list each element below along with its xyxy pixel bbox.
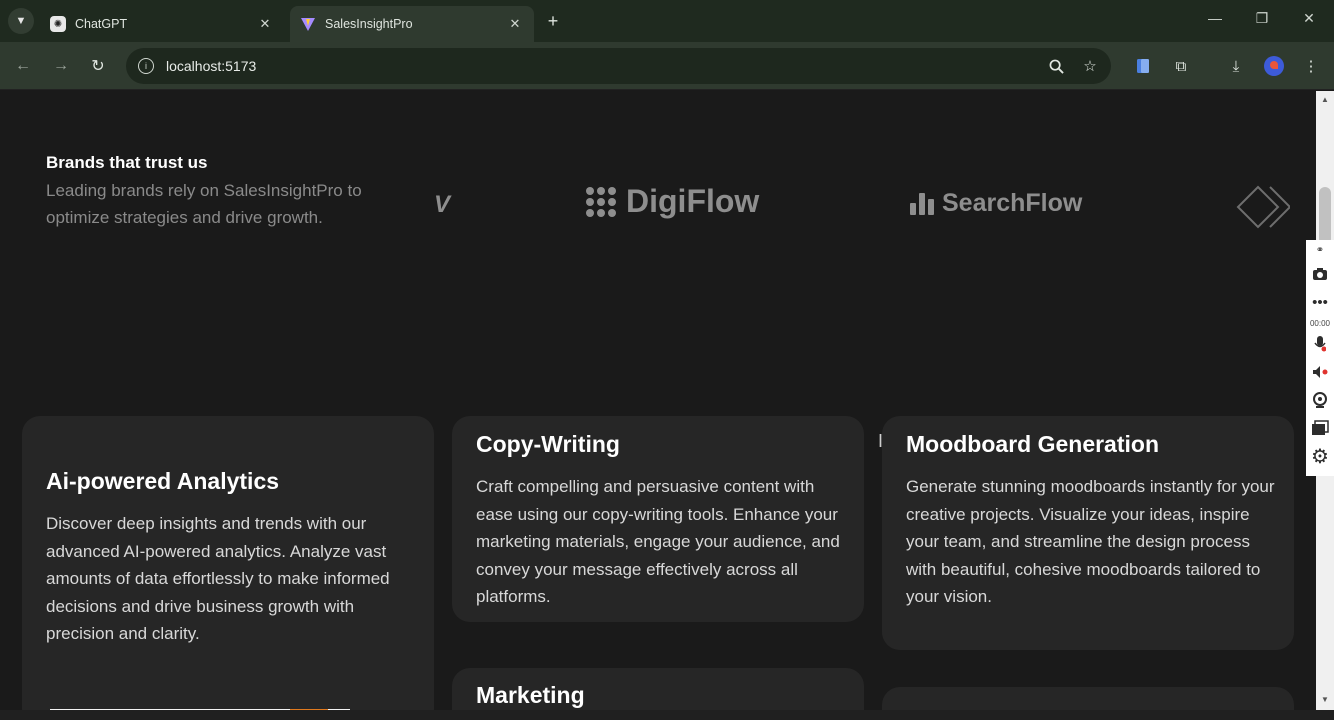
download-icon[interactable]: ⤓ xyxy=(1225,55,1247,77)
feature-card-marketing: Marketing xyxy=(452,668,864,710)
card-title: Moodboard Generation xyxy=(906,431,1159,457)
reload-button[interactable]: ↻ xyxy=(87,55,109,77)
webcam-icon[interactable] xyxy=(1306,386,1334,414)
close-icon[interactable]: ✕ xyxy=(506,16,524,32)
extension-docs-icon[interactable] xyxy=(1132,55,1154,77)
feature-card-copywriting: Copy-Writing Craft compelling and persua… xyxy=(452,416,864,622)
recorder-widget: ⚭ ••• 00:00 ⚙ xyxy=(1306,240,1334,476)
address-bar[interactable]: i localhost:5173 ☆ xyxy=(126,48,1111,84)
tab-salesinsightpro[interactable]: SalesInsightPro ✕ xyxy=(290,6,534,42)
reload-icon: ↻ xyxy=(91,58,105,75)
brands-title: Brands that trust us xyxy=(46,153,208,172)
brand-logo-text: DigiFlow xyxy=(626,183,760,219)
back-button[interactable]: ← xyxy=(12,55,34,77)
new-tab-button[interactable]: + xyxy=(542,10,564,32)
brand-logo-searchflow: SearchFlow xyxy=(910,189,1082,218)
restore-button[interactable]: ❐ xyxy=(1250,10,1274,27)
card-body: Discover deep insights and trends with o… xyxy=(46,514,390,644)
site-info-icon[interactable]: i xyxy=(138,58,154,74)
tab-search-button[interactable]: ▼ xyxy=(8,8,34,34)
taskbar-edge xyxy=(0,710,1334,720)
plus-icon: + xyxy=(547,10,559,31)
scroll-down-icon[interactable]: ▼ xyxy=(1320,695,1330,705)
feature-card-partial xyxy=(882,687,1294,710)
brand-logo-carousel: V DigiFlow SearchFlow xyxy=(430,171,1290,241)
text-cursor-icon: I xyxy=(878,431,884,451)
zoom-icon[interactable] xyxy=(1046,56,1066,76)
chevron-down-icon: ▼ xyxy=(15,15,27,27)
gear-icon[interactable]: ⚙ xyxy=(1306,442,1334,470)
brand-logo-diamond xyxy=(1236,185,1290,229)
bar-chart-icon xyxy=(910,192,934,215)
tab-title: ChatGPT xyxy=(75,17,128,31)
brand-logo-text: SearchFlow xyxy=(942,189,1083,217)
tab-chatgpt[interactable]: ✺ ChatGPT ✕ xyxy=(40,6,284,42)
camera-icon[interactable] xyxy=(1306,260,1334,288)
close-window-button[interactable]: ✕ xyxy=(1297,10,1321,27)
address-text: localhost:5173 xyxy=(166,58,257,74)
forward-button[interactable]: → xyxy=(50,55,72,77)
recording-time: 00:00 xyxy=(1309,318,1331,328)
brand-logo-partial: V xyxy=(434,191,450,219)
brand-logo-digiflow: DigiFlow xyxy=(586,183,759,220)
microphone-icon[interactable] xyxy=(1306,330,1334,358)
chatgpt-icon: ✺ xyxy=(50,16,66,32)
arrow-right-icon: → xyxy=(53,57,69,74)
browser-toolbar: ← → ↻ i localhost:5173 ☆ ⧉ ⤓ ⋮ xyxy=(0,42,1334,90)
dots-grid-icon xyxy=(586,186,616,217)
feature-card-analytics: Ai-powered Analytics Discover deep insig… xyxy=(22,416,434,710)
link-icon[interactable]: ⚭ xyxy=(1306,240,1334,260)
windows-icon[interactable] xyxy=(1306,414,1334,442)
card-title: Marketing xyxy=(476,682,585,708)
vite-icon xyxy=(300,16,316,32)
close-icon[interactable]: ✕ xyxy=(256,16,274,32)
brands-subtitle: Leading brands rely on SalesInsightPro t… xyxy=(46,181,362,227)
card-title: Ai-powered Analytics xyxy=(46,468,280,494)
page-content: Brands that trust us Leading brands rely… xyxy=(0,91,1316,710)
avatar[interactable] xyxy=(1264,56,1284,76)
puzzle-icon[interactable]: ⧉ xyxy=(1170,55,1192,77)
menu-icon[interactable]: ⋮ xyxy=(1300,55,1322,77)
tab-title: SalesInsightPro xyxy=(325,17,413,31)
card-body: Generate stunning moodboards instantly f… xyxy=(906,477,1275,607)
brand-logo-text: V xyxy=(434,191,451,218)
card-title: Copy-Writing xyxy=(476,431,620,457)
star-icon[interactable]: ☆ xyxy=(1080,56,1100,76)
scroll-up-icon[interactable]: ▲ xyxy=(1320,95,1330,105)
arrow-left-icon: ← xyxy=(15,57,31,74)
card-body: Craft compelling and persuasive content … xyxy=(476,477,840,607)
scroll-thumb[interactable] xyxy=(1319,187,1331,245)
speaker-icon[interactable] xyxy=(1306,358,1334,386)
more-icon[interactable]: ••• xyxy=(1306,288,1334,316)
feature-card-moodboard: Moodboard Generation Generate stunning m… xyxy=(882,416,1294,650)
tab-bar: ▼ ✺ ChatGPT ✕ SalesInsightPro ✕ + — ❐ ✕ xyxy=(0,0,1334,42)
minimize-button[interactable]: — xyxy=(1203,10,1227,26)
